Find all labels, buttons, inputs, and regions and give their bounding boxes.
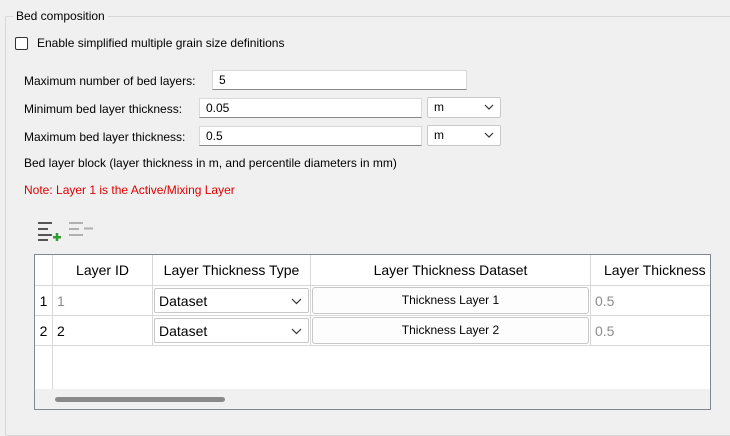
row-header-empty [35, 346, 53, 389]
group-title: Bed composition [13, 9, 108, 23]
table-empty-area [53, 346, 710, 389]
add-row-icon[interactable] [37, 221, 63, 243]
simplified-grain-size-checkbox-row[interactable]: Enable simplified multiple grain size de… [15, 36, 284, 50]
thickness-type-select[interactable]: Dataset [154, 288, 309, 313]
max-thickness-input[interactable]: 0.5 [199, 126, 422, 146]
remove-row-icon[interactable] [68, 221, 94, 243]
layer-id-cell[interactable]: 2 [53, 316, 153, 346]
min-thickness-input[interactable]: 0.05 [199, 98, 422, 118]
simplified-grain-size-checkbox[interactable] [15, 36, 28, 50]
thickness-dataset-button[interactable]: Thickness Layer 2 [312, 317, 589, 344]
thickness-type-value: Dataset [159, 293, 208, 309]
thickness-dataset-cell: Thickness Layer 1 [311, 286, 591, 316]
scrollbar-thumb[interactable] [55, 397, 225, 402]
min-thickness-unit-value: m [434, 100, 444, 114]
min-thickness-label: Minimum bed layer thickness: [24, 102, 183, 116]
column-header-thickness-dataset[interactable]: Layer Thickness Dataset [311, 255, 591, 286]
column-header-thickness-type[interactable]: Layer Thickness Type [153, 255, 311, 286]
chevron-down-icon [484, 104, 494, 110]
column-header-thickness[interactable]: Layer Thickness 0 [591, 255, 710, 286]
max-thickness-unit-value: m [434, 128, 444, 142]
chevron-down-icon [291, 328, 302, 335]
column-header-layer-id[interactable]: Layer ID [53, 255, 153, 286]
max-thickness-label: Maximum bed layer thickness: [24, 130, 186, 144]
thickness-type-cell: Dataset [153, 286, 311, 316]
checkbox-label: Enable simplified multiple grain size de… [37, 36, 285, 50]
thickness-type-cell: Dataset [153, 316, 311, 346]
thickness-type-value: Dataset [159, 323, 208, 339]
bed-layers-table: Layer ID Layer Thickness Type Layer Thic… [34, 254, 711, 410]
header-corner [35, 255, 53, 286]
row-number[interactable]: 2 [35, 316, 53, 346]
layer-id-cell[interactable]: 1 [53, 286, 153, 316]
horizontal-scrollbar[interactable] [35, 389, 710, 409]
row-number[interactable]: 1 [35, 286, 53, 316]
thickness-dataset-cell: Thickness Layer 2 [311, 316, 591, 346]
thickness-type-select[interactable]: Dataset [154, 318, 309, 343]
max-thickness-unit-select[interactable]: m [427, 125, 501, 146]
thickness-cell[interactable]: 0.5 [591, 316, 710, 346]
chevron-down-icon [291, 298, 302, 305]
max-layers-label: Maximum number of bed layers: [24, 74, 196, 88]
chevron-down-icon [484, 132, 494, 138]
thickness-cell[interactable]: 0.5 [591, 286, 710, 316]
min-thickness-unit-select[interactable]: m [427, 97, 501, 118]
active-layer-note: Note: Layer 1 is the Active/Mixing Layer [24, 183, 235, 197]
thickness-dataset-button[interactable]: Thickness Layer 1 [312, 287, 589, 314]
bed-layer-block-label: Bed layer block (layer thickness in m, a… [24, 156, 397, 170]
max-layers-input[interactable]: 5 [212, 70, 467, 90]
